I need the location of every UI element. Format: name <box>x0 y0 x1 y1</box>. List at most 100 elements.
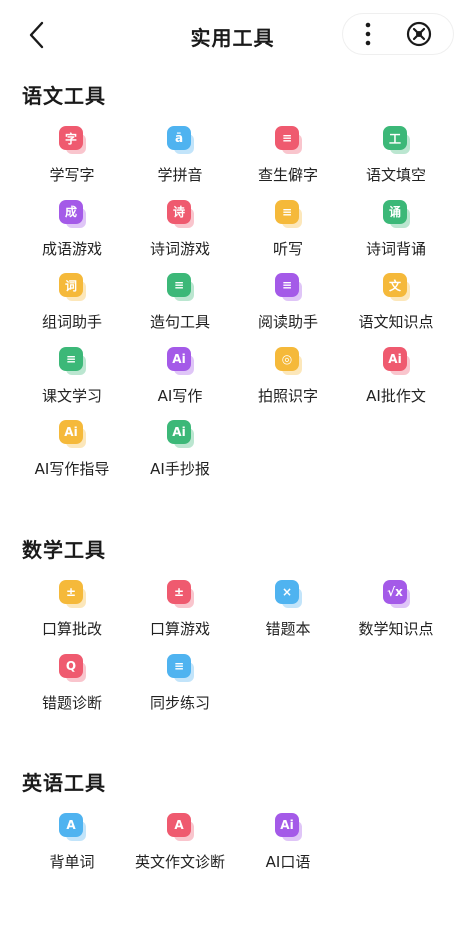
tool-label: AI写作指导 <box>34 460 110 478</box>
icon-glyph: Ai <box>172 351 186 366</box>
tool-item[interactable]: Ai AI写作 <box>126 346 234 417</box>
tool-item[interactable]: 字学写字 <box>18 126 126 196</box>
tool-icon: √x <box>381 580 411 610</box>
tool-icon: ≡ <box>165 273 195 303</box>
tool-item[interactable]: ± 口算游戏 <box>126 580 234 650</box>
tool-icon: Ai <box>165 420 195 450</box>
icon-glyph: √x <box>387 585 403 599</box>
page: 实用工具 语文工具字学写字 ā 学拼音 ≡ 查生僻字工语文填空成成语游戏诗诗词游戏 ≡ 听写… <box>0 0 465 931</box>
tool-item[interactable]: 文语文知识点 <box>342 273 450 343</box>
tool-item[interactable]: A 英文作文诊断 <box>126 813 234 883</box>
tool-item[interactable]: ≡ 阅读助手 <box>234 273 342 343</box>
tool-label: 组词助手 <box>41 313 102 331</box>
icon-glyph: 诗 <box>172 205 185 219</box>
tool-label: AI批作文 <box>366 386 426 405</box>
tool-label: 诗词游戏 <box>149 239 210 258</box>
tool-item[interactable]: ≡ 查生僻字 <box>234 126 342 196</box>
tool-icon: ā <box>165 126 195 156</box>
tool-item[interactable]: 工语文填空 <box>342 126 450 196</box>
tool-label: 语文填空 <box>365 166 426 184</box>
tool-label: 查生僻字 <box>257 166 318 184</box>
tool-label: 同步练习 <box>149 693 210 712</box>
more-button[interactable] <box>355 20 381 48</box>
tool-item[interactable]: Ai AI手抄报 <box>126 420 234 490</box>
tool-label: 口算批改 <box>41 620 102 638</box>
icon-glyph: A <box>174 818 184 832</box>
icon-glyph: Ai <box>64 425 78 439</box>
tool-item[interactable]: 成成语游戏 <box>18 199 126 270</box>
tool-item[interactable]: ± 口算批改 <box>18 580 126 650</box>
close-button[interactable] <box>405 20 433 48</box>
tool-label: AI写作 <box>157 386 203 405</box>
tool-item[interactable]: Ai AI写作指导 <box>18 420 126 490</box>
icon-glyph: A <box>66 818 76 832</box>
tool-label: 拍照识字 <box>257 386 318 405</box>
tool-label: 学拼音 <box>157 166 203 184</box>
tool-item[interactable]: 诵诗词背诵 <box>342 199 450 270</box>
icon-glyph: 诵 <box>388 205 401 219</box>
tool-item[interactable]: Ai AI批作文 <box>342 346 450 417</box>
tool-item[interactable]: 词组词助手 <box>18 273 126 343</box>
tool-item[interactable]: Q 错题诊断 <box>18 653 126 724</box>
icon-glyph: ≡ <box>281 204 293 219</box>
tool-item[interactable]: ā 学拼音 <box>126 126 234 196</box>
tool-icon: × <box>273 580 303 610</box>
tool-icon: 诗 <box>165 199 195 230</box>
icon-glyph: ā <box>174 131 184 145</box>
tool-label: 错题本 <box>265 620 311 638</box>
mini-program-capsule <box>343 14 453 54</box>
tool-icon: 成 <box>57 199 87 230</box>
tool-label: 听写 <box>272 239 303 258</box>
icon-glyph: 词 <box>64 278 77 293</box>
close-circle-icon <box>406 21 432 47</box>
tool-label: 错题诊断 <box>41 693 102 712</box>
tool-label: 课文学习 <box>41 386 102 405</box>
tool-label: 语文知识点 <box>358 313 434 331</box>
icon-glyph: ◎ <box>281 351 293 366</box>
tool-label: 成语游戏 <box>41 239 102 258</box>
tool-label: 数学知识点 <box>358 620 434 638</box>
tool-item[interactable]: ≡ 听写 <box>234 199 342 270</box>
icon-glyph: Ai <box>280 818 294 832</box>
tool-icon: 诵 <box>381 199 411 230</box>
tool-item[interactable]: × 错题本 <box>234 580 342 650</box>
tool-item[interactable]: ≡ 同步练习 <box>126 653 234 724</box>
icon-glyph: Ai <box>172 425 186 439</box>
icon-glyph: Ai <box>388 351 402 366</box>
tool-icon: ≡ <box>273 126 303 156</box>
tool-icon: 文 <box>381 273 411 303</box>
tool-icon: Ai <box>273 813 303 843</box>
tool-icon: ≡ <box>273 199 303 230</box>
tool-icon: A <box>57 813 87 843</box>
tool-icon: Ai <box>57 420 87 450</box>
tool-item[interactable]: Ai AI口语 <box>234 813 342 883</box>
tool-item[interactable]: 诗诗词游戏 <box>126 199 234 270</box>
tool-label: AI口语 <box>265 853 311 871</box>
tool-label: 阅读助手 <box>257 313 318 331</box>
icon-glyph: ≡ <box>65 351 77 366</box>
tool-label: 背单词 <box>49 853 95 871</box>
tool-item[interactable]: A 背单词 <box>18 813 126 883</box>
tool-icon: Ai <box>165 346 195 377</box>
tool-label: 学写字 <box>49 166 95 184</box>
tool-icon: Q <box>57 653 87 684</box>
tool-icon: ◎ <box>273 346 303 377</box>
icon-glyph: ± <box>65 585 77 599</box>
icon-glyph: 文 <box>388 278 401 293</box>
tool-icon: ± <box>165 580 195 610</box>
tool-icon: A <box>165 813 195 843</box>
tool-icon: Ai <box>381 346 411 377</box>
icon-glyph: Q <box>65 658 77 673</box>
section-title: 语文工具 <box>22 84 106 108</box>
tool-icon: ≡ <box>57 346 87 377</box>
icon-glyph: ≡ <box>173 658 185 673</box>
tool-item[interactable]: ≡ 造句工具 <box>126 273 234 343</box>
tool-label: 造句工具 <box>149 313 210 331</box>
tool-icon: 字 <box>57 126 87 156</box>
tool-item[interactable]: √x 数学知识点 <box>342 580 450 650</box>
tool-item[interactable]: ≡ 课文学习 <box>18 346 126 417</box>
tool-icon: ± <box>57 580 87 610</box>
tool-label: AI手抄报 <box>150 460 210 478</box>
tool-item[interactable]: ◎ 拍照识字 <box>234 346 342 417</box>
section-title: 数学工具 <box>22 538 106 562</box>
